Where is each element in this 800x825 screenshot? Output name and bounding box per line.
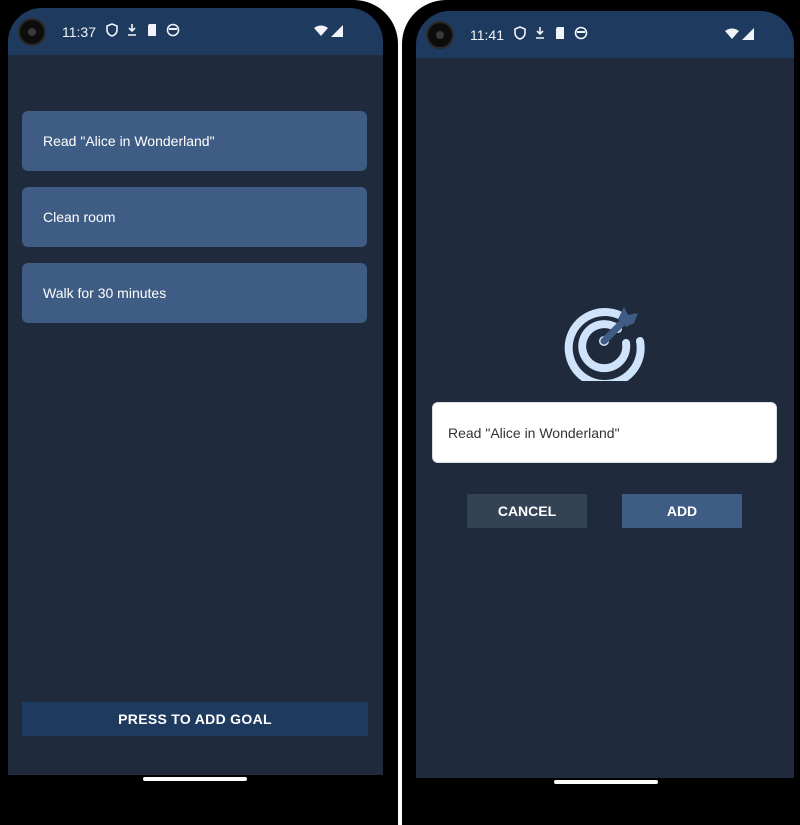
sd-card-icon — [148, 24, 156, 36]
right-phone: 11:41 CANCEL ADD — [402, 0, 800, 825]
signal-icon — [331, 25, 343, 37]
download-icon — [536, 27, 544, 39]
status-icons — [514, 26, 588, 40]
status-time: 11:37 — [62, 24, 96, 40]
cancel-button[interactable]: CANCEL — [467, 494, 587, 528]
sync-icon — [166, 23, 180, 37]
left-phone: 11:37 Read "Alice in Wonderland" Clean r… — [0, 0, 398, 825]
signal-icon — [742, 28, 754, 40]
goal-label: Clean room — [43, 209, 116, 225]
gesture-handle[interactable] — [554, 780, 658, 784]
goal-list-item[interactable]: Walk for 30 minutes — [22, 263, 367, 323]
status-icons — [106, 23, 180, 37]
goal-list-item[interactable]: Clean room — [22, 187, 367, 247]
shield-icon — [106, 23, 118, 37]
target-arrow-icon — [564, 307, 645, 381]
status-bar: 11:41 — [416, 11, 794, 58]
download-icon — [128, 24, 136, 36]
goal-label: Walk for 30 minutes — [43, 285, 167, 301]
gesture-handle[interactable] — [143, 777, 247, 781]
front-camera — [426, 21, 454, 49]
status-bar: 11:37 — [8, 8, 383, 55]
navigation-bar — [416, 778, 794, 803]
goal-label: Read "Alice in Wonderland" — [43, 133, 215, 149]
sync-icon — [574, 26, 588, 40]
status-time: 11:41 — [470, 27, 504, 43]
wifi-icon — [725, 28, 739, 39]
add-goal-button[interactable]: PRESS TO ADD GOAL — [22, 702, 368, 736]
status-right-icons — [725, 28, 754, 40]
front-camera — [18, 18, 46, 46]
add-button[interactable]: ADD — [622, 494, 742, 528]
sd-card-icon — [556, 27, 564, 39]
wifi-icon — [314, 25, 328, 36]
goal-list-item[interactable]: Read "Alice in Wonderland" — [22, 111, 367, 171]
navigation-bar — [8, 775, 383, 800]
add-goal-screen: 11:41 CANCEL ADD — [416, 11, 794, 803]
shield-icon — [514, 26, 526, 40]
goal-list-screen: 11:37 Read "Alice in Wonderland" Clean r… — [8, 8, 383, 800]
goal-text-input[interactable] — [432, 402, 777, 463]
status-right-icons — [314, 25, 343, 37]
